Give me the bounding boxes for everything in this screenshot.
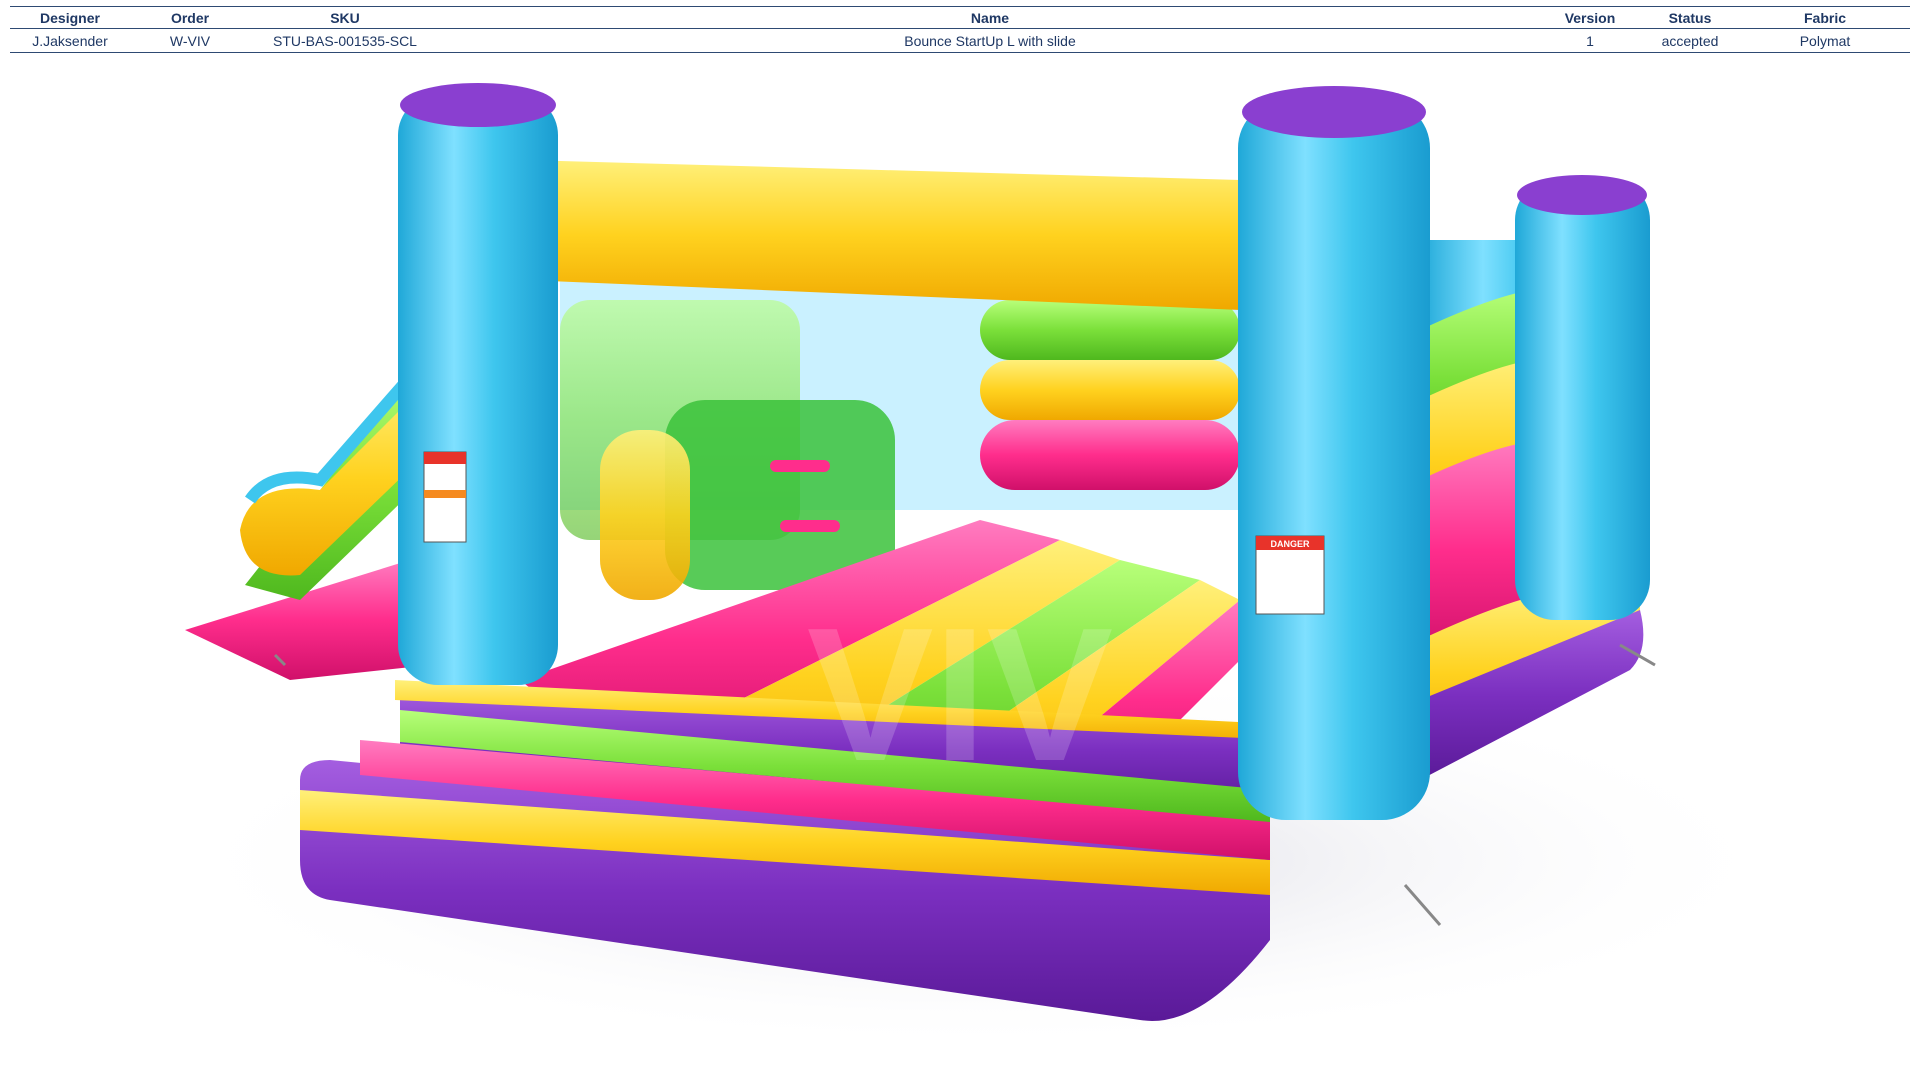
column-order: Order bbox=[130, 6, 250, 29]
cell-sku: STU-BAS-001535-SCL bbox=[250, 28, 440, 53]
column-fabric: Fabric bbox=[1740, 6, 1910, 29]
spec-header-row: Designer Order SKU Name Version Status F… bbox=[10, 6, 1910, 29]
cell-name: Bounce StartUp L with slide bbox=[440, 28, 1540, 53]
right-front-column: DANGER bbox=[1238, 86, 1430, 820]
right-back-column bbox=[1515, 175, 1650, 620]
column-designer: Designer bbox=[10, 6, 130, 29]
cell-designer: J.Jaksender bbox=[10, 28, 130, 53]
warning-label-text: DANGER bbox=[1270, 539, 1310, 549]
cell-status: accepted bbox=[1640, 28, 1740, 53]
cell-order: W-VIV bbox=[130, 28, 250, 53]
column-status: Status bbox=[1640, 6, 1740, 29]
spec-data-row: J.Jaksender W-VIV STU-BAS-001535-SCL Bou… bbox=[10, 28, 1910, 53]
cell-version: 1 bbox=[1540, 28, 1640, 53]
left-front-column bbox=[398, 83, 558, 685]
column-version: Version bbox=[1540, 6, 1640, 29]
spec-table: Designer Order SKU Name Version Status F… bbox=[10, 6, 1910, 53]
viv-watermark: VIV bbox=[807, 589, 1113, 801]
bounce-house-render: DANGER VIV bbox=[160, 83, 1800, 1050]
cell-fabric: Polymat bbox=[1740, 28, 1910, 53]
column-name: Name bbox=[440, 6, 1540, 29]
column-sku: SKU bbox=[250, 6, 440, 29]
